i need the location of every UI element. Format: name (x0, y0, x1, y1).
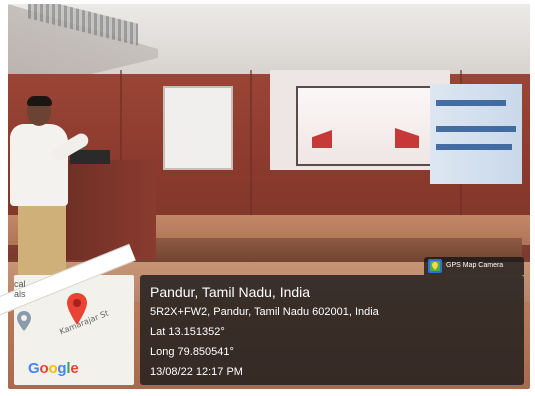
banner-text-line (436, 100, 506, 106)
podium (60, 160, 156, 260)
map-side-text: cal als (14, 279, 26, 299)
presenter-shirt (10, 124, 68, 206)
google-logo-letter: e (70, 360, 79, 377)
map-marker-icon (17, 311, 31, 331)
gps-map-camera-icon (428, 259, 442, 273)
laptop (70, 150, 110, 164)
whiteboard (165, 88, 231, 168)
banner-text-line (436, 126, 516, 132)
google-logo: Google (28, 360, 79, 377)
app-badge-label: GPS Map Camera (446, 262, 504, 269)
location-title: Pandur, Tamil Nadu, India (150, 284, 311, 300)
google-logo-letter: G (28, 360, 40, 377)
wall-panel-seam (250, 70, 252, 220)
address-line: 5R2X+FW2, Pandur, Tamil Nadu 602001, Ind… (150, 306, 379, 318)
projected-slide (296, 86, 436, 166)
map-pin-icon (67, 293, 87, 325)
banner-text-line (436, 144, 512, 150)
datetime-line: 13/08/22 12:17 PM (150, 366, 243, 378)
presenter-hair (27, 96, 52, 106)
latitude-line: Lat 13.151352° (150, 326, 225, 338)
presenter-trousers (18, 204, 66, 276)
longitude-line: Long 79.850541° (150, 346, 234, 358)
event-banner (430, 84, 522, 184)
